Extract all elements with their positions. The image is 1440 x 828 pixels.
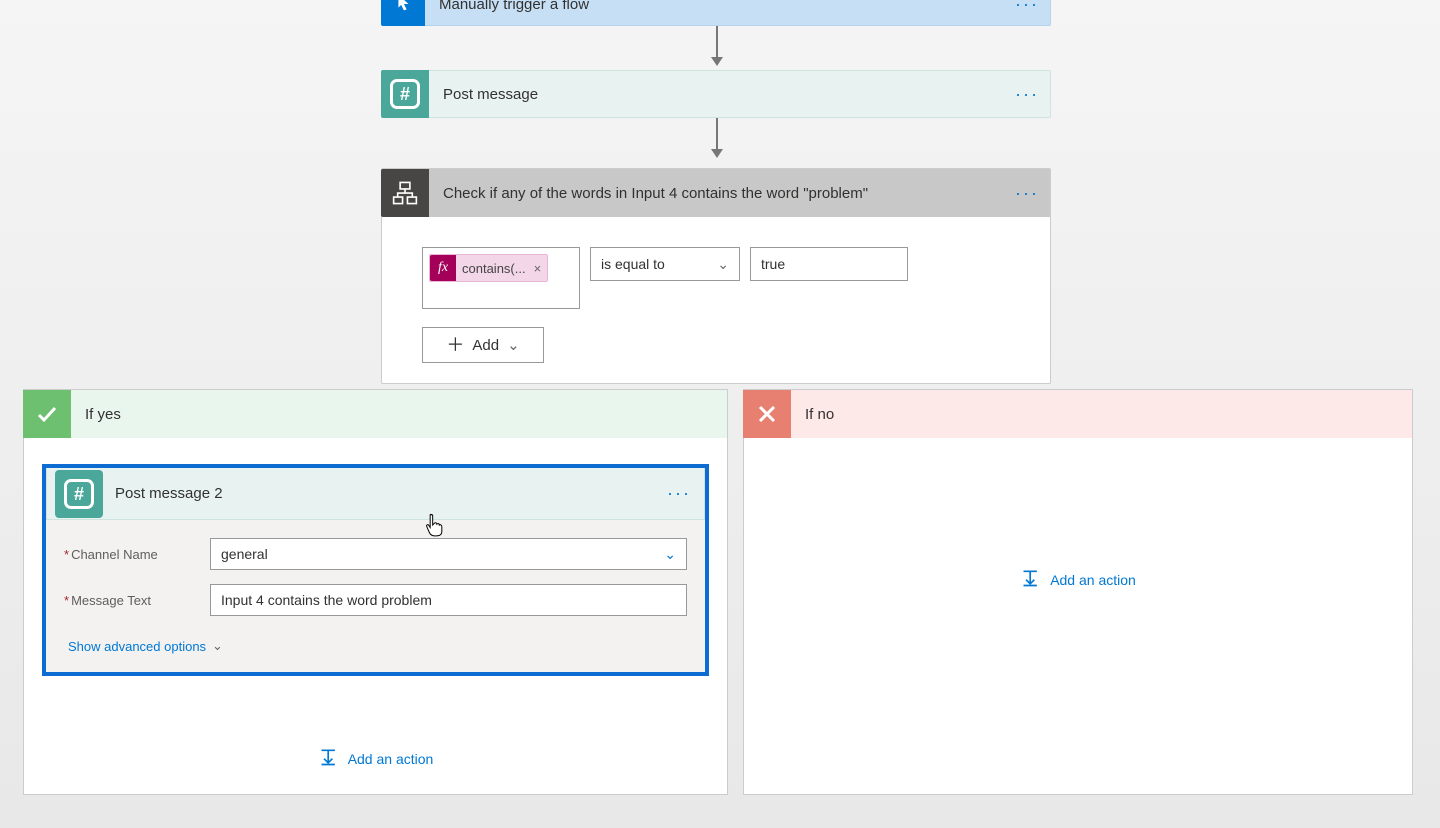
if-no-title: If no bbox=[791, 406, 834, 423]
insert-action-icon bbox=[1020, 568, 1040, 591]
add-action-button[interactable]: Add an action bbox=[318, 747, 434, 770]
channel-name-value: general bbox=[221, 546, 268, 562]
channel-name-label: *Channel Name bbox=[64, 547, 210, 562]
message-text-input[interactable]: Input 4 contains the word problem bbox=[210, 584, 687, 616]
message-text-label: *Message Text bbox=[64, 593, 210, 608]
add-action-label: Add an action bbox=[348, 751, 434, 767]
more-menu-icon[interactable]: ··· bbox=[1010, 84, 1050, 105]
trigger-title: Manually trigger a flow bbox=[425, 0, 1010, 13]
fx-icon: fx bbox=[430, 255, 456, 281]
add-label: Add bbox=[472, 337, 499, 354]
more-menu-icon[interactable]: ··· bbox=[1010, 0, 1050, 15]
condition-value: true bbox=[761, 256, 785, 272]
check-icon bbox=[23, 390, 71, 438]
remove-chip-icon[interactable]: × bbox=[532, 261, 544, 276]
post-message-2-header[interactable]: # Post message 2 ··· bbox=[46, 468, 705, 520]
condition-header[interactable]: Check if any of the words in Input 4 con… bbox=[382, 169, 1050, 217]
post-message-card[interactable]: # Post message ··· bbox=[381, 70, 1051, 118]
slack-icon: # bbox=[381, 70, 429, 118]
slack-icon: # bbox=[55, 470, 103, 518]
add-action-label: Add an action bbox=[1050, 572, 1136, 588]
expression-text: contains(... bbox=[456, 261, 532, 276]
branch-header[interactable]: If yes bbox=[24, 390, 727, 438]
if-yes-branch: If yes # Post message 2 ··· *Channel Nam… bbox=[23, 389, 728, 795]
message-text-value: Input 4 contains the word problem bbox=[221, 592, 432, 608]
connector-arrow bbox=[716, 26, 718, 64]
expression-chip[interactable]: fx contains(... × bbox=[429, 254, 548, 282]
more-menu-icon[interactable]: ··· bbox=[1010, 183, 1050, 204]
more-menu-icon[interactable]: ··· bbox=[664, 483, 704, 504]
chevron-down-icon: ⌄ bbox=[212, 638, 223, 654]
condition-value-input[interactable]: true bbox=[750, 247, 908, 281]
condition-operator-select[interactable]: is equal to ⌄ bbox=[590, 247, 740, 281]
post-message-2-card[interactable]: # Post message 2 ··· *Channel Name gener… bbox=[42, 464, 709, 676]
plus-icon: ＋ bbox=[446, 336, 464, 354]
condition-card[interactable]: Check if any of the words in Input 4 con… bbox=[381, 168, 1051, 384]
condition-left-operand[interactable]: fx contains(... × bbox=[422, 247, 580, 309]
show-advanced-link[interactable]: Show advanced options ⌄ bbox=[64, 638, 223, 654]
trigger-card[interactable]: Manually trigger a flow ··· bbox=[381, 0, 1051, 26]
chevron-down-icon: ⌄ bbox=[507, 336, 520, 354]
add-condition-button[interactable]: ＋ Add ⌄ bbox=[422, 327, 544, 363]
chevron-down-icon: ⌄ bbox=[664, 546, 676, 563]
channel-name-select[interactable]: general ⌄ bbox=[210, 538, 687, 570]
if-yes-title: If yes bbox=[71, 406, 121, 423]
close-icon bbox=[743, 390, 791, 438]
operator-value: is equal to bbox=[601, 256, 665, 272]
branch-icon bbox=[381, 169, 429, 217]
post-message-2-title: Post message 2 bbox=[103, 485, 664, 502]
condition-title: Check if any of the words in Input 4 con… bbox=[429, 185, 1010, 202]
condition-body: fx contains(... × is equal to ⌄ true ＋ A… bbox=[382, 217, 1050, 383]
insert-action-icon bbox=[318, 747, 338, 770]
post-message-title: Post message bbox=[429, 86, 1010, 103]
chevron-down-icon: ⌄ bbox=[717, 256, 729, 273]
branch-header[interactable]: If no bbox=[744, 390, 1412, 438]
pointer-icon bbox=[381, 0, 425, 26]
add-action-button[interactable]: Add an action bbox=[1020, 568, 1136, 591]
connector-arrow bbox=[716, 118, 718, 156]
if-no-branch: If no Add an action bbox=[743, 389, 1413, 795]
